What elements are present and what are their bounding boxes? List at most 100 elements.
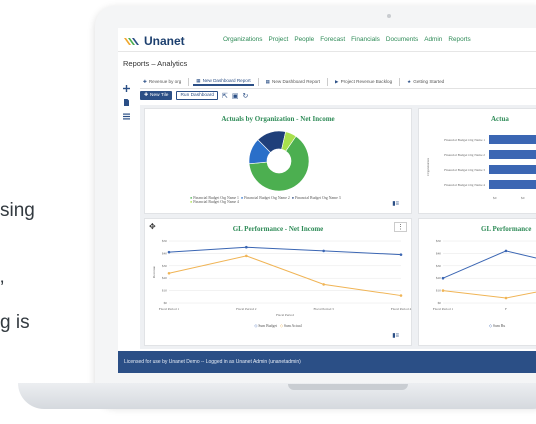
data-point <box>245 245 248 249</box>
hbar-chart: Organization Financial Budget Org Name 1… <box>426 135 536 200</box>
legend-item: ● Financial Budget Org Name 2 <box>240 196 290 200</box>
x-tick-label: Fiscal Period 2 <box>236 307 257 311</box>
y-tick-label: $20 <box>436 276 441 280</box>
play-icon: ▶ <box>335 78 339 84</box>
dashboard-toolbar: ✚ New Tile Run Dashboard ⇱ ▣ ↻ <box>140 91 248 100</box>
refresh-icon[interactable]: ↻ <box>243 92 249 100</box>
nav-organizations[interactable]: Organizations <box>223 36 262 43</box>
page-title: Reports – Analytics <box>123 59 188 68</box>
pie-chart-tile: Actuals by Organization - Net Income ● F… <box>144 108 412 214</box>
tab-label: Project Revenue Backlog <box>340 79 393 84</box>
nav-forecast[interactable]: Forecast <box>320 36 345 43</box>
data-point <box>322 249 325 253</box>
line-chart-2: $50 $40 $30 $20 $10 $0 Fiscal Period 1 F <box>433 239 536 311</box>
hbar-chart-tile: Actua Organization Financial Budget Org … <box>418 108 536 214</box>
nav-reports[interactable]: Reports <box>448 36 470 43</box>
save-icon[interactable]: ▣ <box>232 92 239 100</box>
chart-options-icon[interactable]: ▮≡ <box>392 332 399 339</box>
pie-legend: ● Financial Budget Org Name 1 ● Financia… <box>190 196 390 204</box>
y-tick-label: $10 <box>162 289 167 293</box>
data-point <box>504 249 508 253</box>
tab-label: New Dashboard Report <box>202 78 251 83</box>
background-text-1: sing <box>0 200 35 221</box>
hbar-bar <box>489 150 536 159</box>
run-dashboard-button[interactable]: Run Dashboard <box>176 91 219 100</box>
line-chart-tile-2: GL Performance $50 $40 $30 $20 $10 $0 Fiscal P… <box>418 218 536 346</box>
background-text-2: ’ <box>0 278 5 299</box>
y-tick-label: $50 <box>436 239 441 243</box>
tab-label: Revenue by org <box>148 79 182 84</box>
nav-people[interactable]: People <box>294 36 314 43</box>
tab-getting-started[interactable]: ★ Getting Started <box>404 79 447 85</box>
data-point <box>441 289 445 292</box>
add-icon[interactable] <box>123 79 130 92</box>
data-point <box>441 276 445 280</box>
hbar-category: Financial Budget Org Name 2 <box>444 153 485 157</box>
series-line <box>442 250 536 279</box>
new-tile-button[interactable]: ✚ New Tile <box>140 91 173 100</box>
tab-label: New Dashboard Report <box>272 79 321 84</box>
plus-icon: ✚ <box>143 78 147 84</box>
series-line <box>168 255 402 297</box>
main-nav: Organizations Project People Forecast Fi… <box>223 36 471 43</box>
legend-item: ● Financial Budget Org Name 3 <box>291 196 341 200</box>
data-point <box>167 271 171 275</box>
y-tick-label: $30 <box>436 264 441 268</box>
line-chart-2-legend: ◇ Sum Bu <box>489 324 506 328</box>
tab-divider <box>257 77 259 86</box>
document-icon[interactable] <box>123 93 130 106</box>
unanet-logo-icon <box>124 37 139 45</box>
side-toolbar <box>123 79 133 121</box>
hbar-category: Financial Budget Org Name 4 <box>444 183 485 187</box>
menu-icon[interactable] <box>123 107 130 120</box>
star-icon: ★ <box>407 78 412 84</box>
chart-options-icon[interactable]: ▮≡ <box>392 200 399 207</box>
new-tile-label: New Tile <box>150 93 169 98</box>
tab-divider <box>327 77 329 86</box>
tab-new-dashboard-report-1[interactable]: ▦ New Dashboard Report <box>193 77 254 86</box>
tab-label: Getting Started <box>413 79 445 84</box>
x-tick-label: Fiscal Period 3 <box>313 307 334 311</box>
legend-item: ● Financial Budget Org Name 4 <box>190 200 239 204</box>
camera-dot <box>387 14 391 18</box>
y-tick-label: $10 <box>436 289 441 293</box>
tab-revenue-by-org[interactable]: ✚ Revenue by org <box>140 79 184 85</box>
data-point <box>167 250 171 254</box>
grid-icon: ▦ <box>265 78 270 84</box>
hbar-tick: $0 <box>521 196 525 200</box>
hbar-tick: $0 <box>493 196 497 200</box>
brand-logo[interactable]: Unanet <box>124 34 185 48</box>
series-line <box>442 290 536 299</box>
dashboard-area: Actuals by Organization - Net Income ● F… <box>140 105 536 349</box>
y-tick-label: $30 <box>162 264 167 268</box>
nav-financials[interactable]: Financials <box>351 36 380 43</box>
data-point <box>322 283 325 286</box>
y-tick-label: $40 <box>162 251 167 255</box>
background-text-3: g is <box>0 312 30 333</box>
data-point <box>399 294 403 297</box>
report-tabs: ✚ Revenue by org ▦ New Dashboard Report ▦ N… <box>140 75 536 89</box>
tab-divider <box>188 77 190 86</box>
x-axis-label: Fiscal Period <box>276 313 294 317</box>
grid-icon: ▦ <box>196 77 201 83</box>
license-footer: Licensed for use by Unanet Demo -- Logge… <box>118 351 536 373</box>
nav-project[interactable]: Project <box>268 36 288 43</box>
hbar-bar <box>489 180 536 189</box>
legend-item: ◇ Sum Budget <box>254 324 278 328</box>
brand-name: Unanet <box>144 34 185 48</box>
export-icon[interactable]: ⇱ <box>222 92 228 100</box>
y-axis-label: Revenue <box>152 266 156 278</box>
y-tick-label: $40 <box>436 251 441 255</box>
x-tick-label: Fiscal Period 4 <box>391 307 412 311</box>
line-chart-1-legend: ◇ Sum Budget ◇ Sum Actual <box>145 323 411 328</box>
legend-item: ◇ Sum Actual <box>279 324 302 328</box>
data-point <box>399 253 403 256</box>
laptop-base <box>18 383 536 409</box>
tab-new-dashboard-report-2[interactable]: ▦ New Dashboard Report <box>263 79 323 85</box>
tab-project-revenue-backlog[interactable]: ▶ Project Revenue Backlog <box>332 79 395 85</box>
nav-documents[interactable]: Documents <box>386 36 418 43</box>
app-screen: Unanet Organizations Project People Fore… <box>118 28 536 373</box>
add-icon: ✚ <box>144 93 149 98</box>
x-tick-label: Fiscal Period 1 <box>159 307 180 311</box>
nav-admin[interactable]: Admin <box>424 36 442 43</box>
